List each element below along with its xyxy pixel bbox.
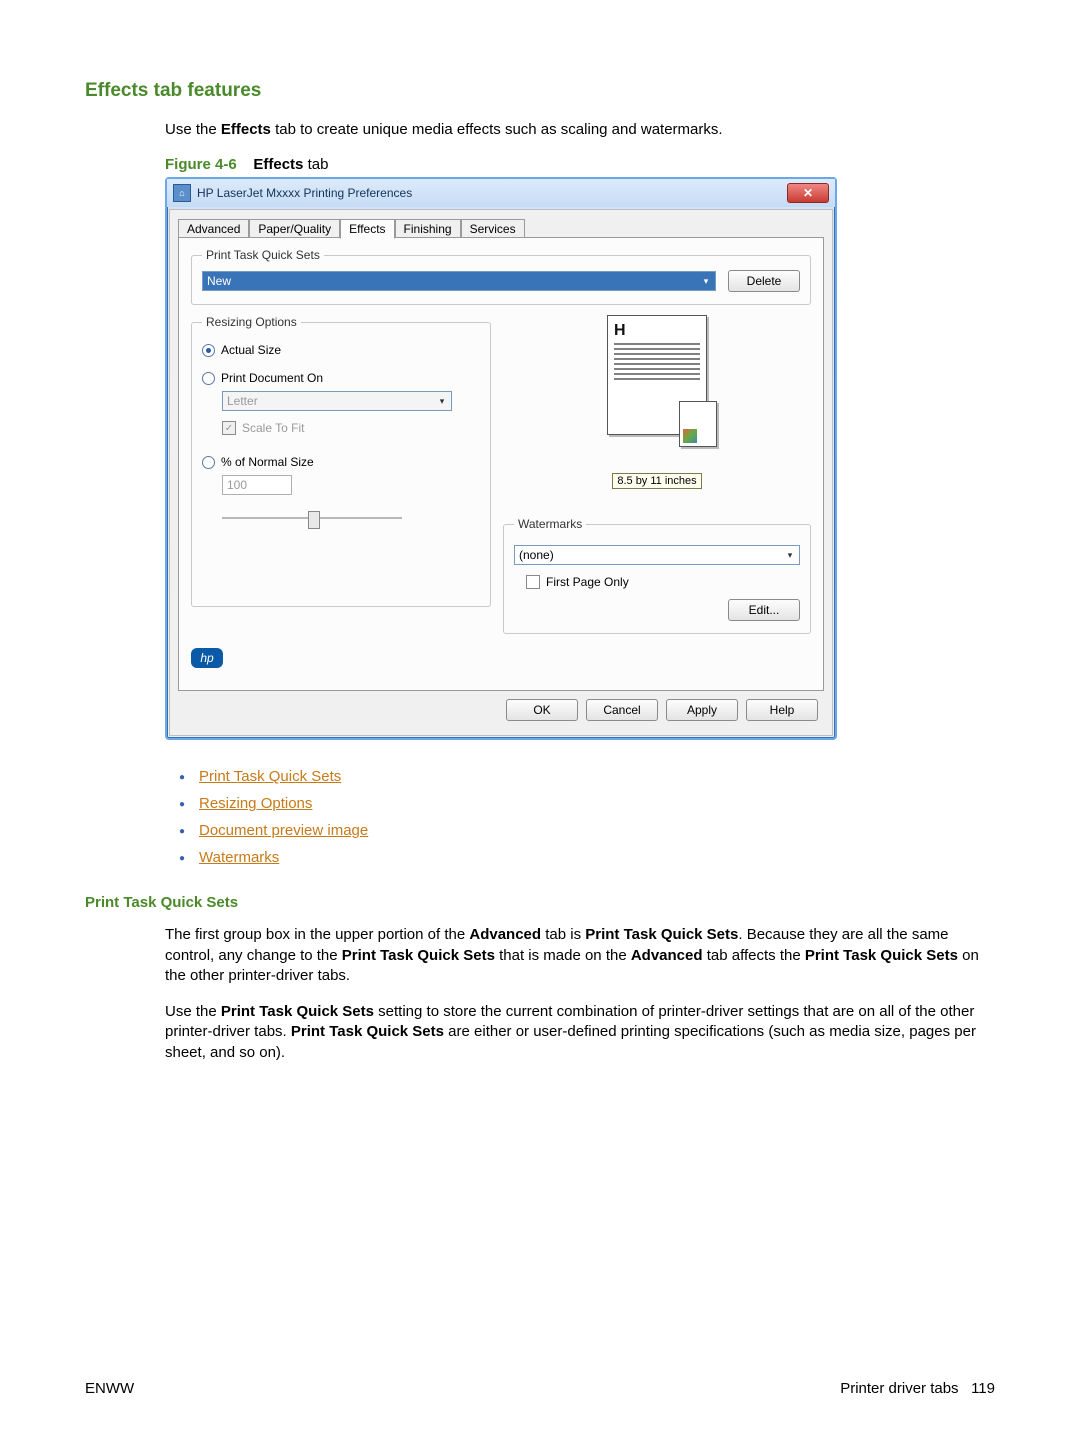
first-page-only-label: First Page Only (546, 575, 629, 589)
footer-left: ENWW (85, 1380, 134, 1397)
link-resizing[interactable]: Resizing Options (199, 795, 312, 812)
section-heading: Effects tab features (85, 80, 995, 102)
titlebar: ⌂ HP LaserJet Mxxxx Printing Preferences… (167, 179, 835, 207)
link-watermarks[interactable]: Watermarks (199, 849, 279, 866)
radio-actual-label: Actual Size (221, 343, 281, 357)
cancel-button[interactable]: Cancel (586, 699, 658, 721)
edit-button[interactable]: Edit... (728, 599, 800, 621)
link-list: Print Task Quick Sets Resizing Options D… (165, 768, 995, 866)
link-preview[interactable]: Document preview image (199, 822, 368, 839)
dialog-body: Advanced Paper/Quality Effects Finishing… (169, 209, 833, 736)
watermark-combo[interactable]: (none) ▾ (514, 545, 800, 565)
radio-printdoc-label: Print Document On (221, 371, 323, 385)
paragraph-2: Use the Print Task Quick Sets setting to… (165, 1002, 995, 1063)
footer-right: Printer driver tabs 119 (840, 1380, 995, 1397)
percent-slider[interactable] (222, 509, 402, 527)
watermarks-legend: Watermarks (514, 517, 586, 531)
chevron-down-icon: ▾ (783, 548, 797, 562)
intro-text: Use the Effects tab to create unique med… (165, 120, 995, 140)
close-icon[interactable]: ✕ (787, 183, 829, 203)
preview-size-label: 8.5 by 11 inches (612, 473, 701, 489)
paragraph-1: The first group box in the upper portion… (165, 925, 995, 986)
dialog-window: ⌂ HP LaserJet Mxxxx Printing Preferences… (165, 177, 837, 740)
quicksets-combo[interactable]: New ▾ (202, 271, 716, 291)
intro-post: tab to create unique media effects such … (271, 121, 723, 138)
intro-pre: Use the (165, 121, 221, 138)
list-item: Print Task Quick Sets (165, 768, 995, 785)
figure-rest: tab (303, 156, 328, 173)
quicksets-legend: Print Task Quick Sets (202, 248, 324, 262)
intro-bold: Effects (221, 121, 271, 138)
window-title: HP LaserJet Mxxxx Printing Preferences (197, 186, 787, 200)
tab-paper-quality[interactable]: Paper/Quality (249, 219, 340, 239)
list-item: Watermarks (165, 849, 995, 866)
radio-dot-icon (202, 344, 215, 357)
resizing-legend: Resizing Options (202, 315, 301, 329)
preview-h-icon: H (614, 322, 700, 340)
list-item: Resizing Options (165, 795, 995, 812)
radio-print-document-on[interactable]: Print Document On (202, 371, 480, 385)
radio-dot-icon (202, 372, 215, 385)
scale-to-fit-label: Scale To Fit (242, 421, 304, 435)
dialog-button-row: OK Cancel Apply Help (178, 691, 824, 727)
radio-percent-label: % of Normal Size (221, 455, 314, 469)
page-footer: ENWW Printer driver tabs 119 (85, 1380, 995, 1397)
chevron-down-icon: ▾ (435, 394, 449, 408)
paper-size-combo[interactable]: Letter ▾ (222, 391, 452, 411)
delete-button[interactable]: Delete (728, 270, 800, 292)
link-quick-sets[interactable]: Print Task Quick Sets (199, 768, 341, 785)
help-button[interactable]: Help (746, 699, 818, 721)
preview-page-small (679, 401, 717, 447)
paper-size-value: Letter (227, 394, 258, 408)
percent-input[interactable]: 100 (222, 475, 292, 495)
radio-percent-normal[interactable]: % of Normal Size (202, 455, 480, 469)
radio-dot-icon (202, 456, 215, 469)
figure-number: Figure 4-6 (165, 156, 237, 173)
scale-to-fit-checkbox[interactable]: Scale To Fit (222, 421, 480, 435)
quicksets-group: Print Task Quick Sets New ▾ Delete (191, 248, 811, 305)
apply-button[interactable]: Apply (666, 699, 738, 721)
radio-actual-size[interactable]: Actual Size (202, 343, 480, 357)
tab-strip: Advanced Paper/Quality Effects Finishing… (178, 218, 824, 238)
document-preview: H (567, 315, 747, 465)
first-page-only-checkbox[interactable]: First Page Only (526, 575, 800, 589)
preview-color-square-icon (683, 429, 697, 443)
chevron-down-icon: ▾ (699, 274, 713, 288)
watermark-value: (none) (519, 548, 554, 562)
tab-services[interactable]: Services (461, 219, 525, 239)
tab-panel: Print Task Quick Sets New ▾ Delete Resiz… (178, 237, 824, 691)
checkbox-icon (222, 421, 236, 435)
watermarks-group: Watermarks (none) ▾ First Page Only (503, 517, 811, 634)
tab-effects[interactable]: Effects (340, 219, 394, 239)
subsection-heading: Print Task Quick Sets (85, 894, 995, 911)
tab-finishing[interactable]: Finishing (395, 219, 461, 239)
figure-bold: Effects (253, 156, 303, 173)
figure-caption: Figure 4-6 Effects tab (165, 156, 995, 173)
tab-advanced[interactable]: Advanced (178, 219, 249, 239)
ok-button[interactable]: OK (506, 699, 578, 721)
quicksets-value: New (207, 274, 231, 288)
hp-logo-icon: hp (191, 648, 223, 668)
resizing-group: Resizing Options Actual Size Print Docum… (191, 315, 491, 607)
list-item: Document preview image (165, 822, 995, 839)
slider-thumb-icon (308, 511, 320, 529)
checkbox-icon (526, 575, 540, 589)
printer-icon: ⌂ (173, 184, 191, 202)
